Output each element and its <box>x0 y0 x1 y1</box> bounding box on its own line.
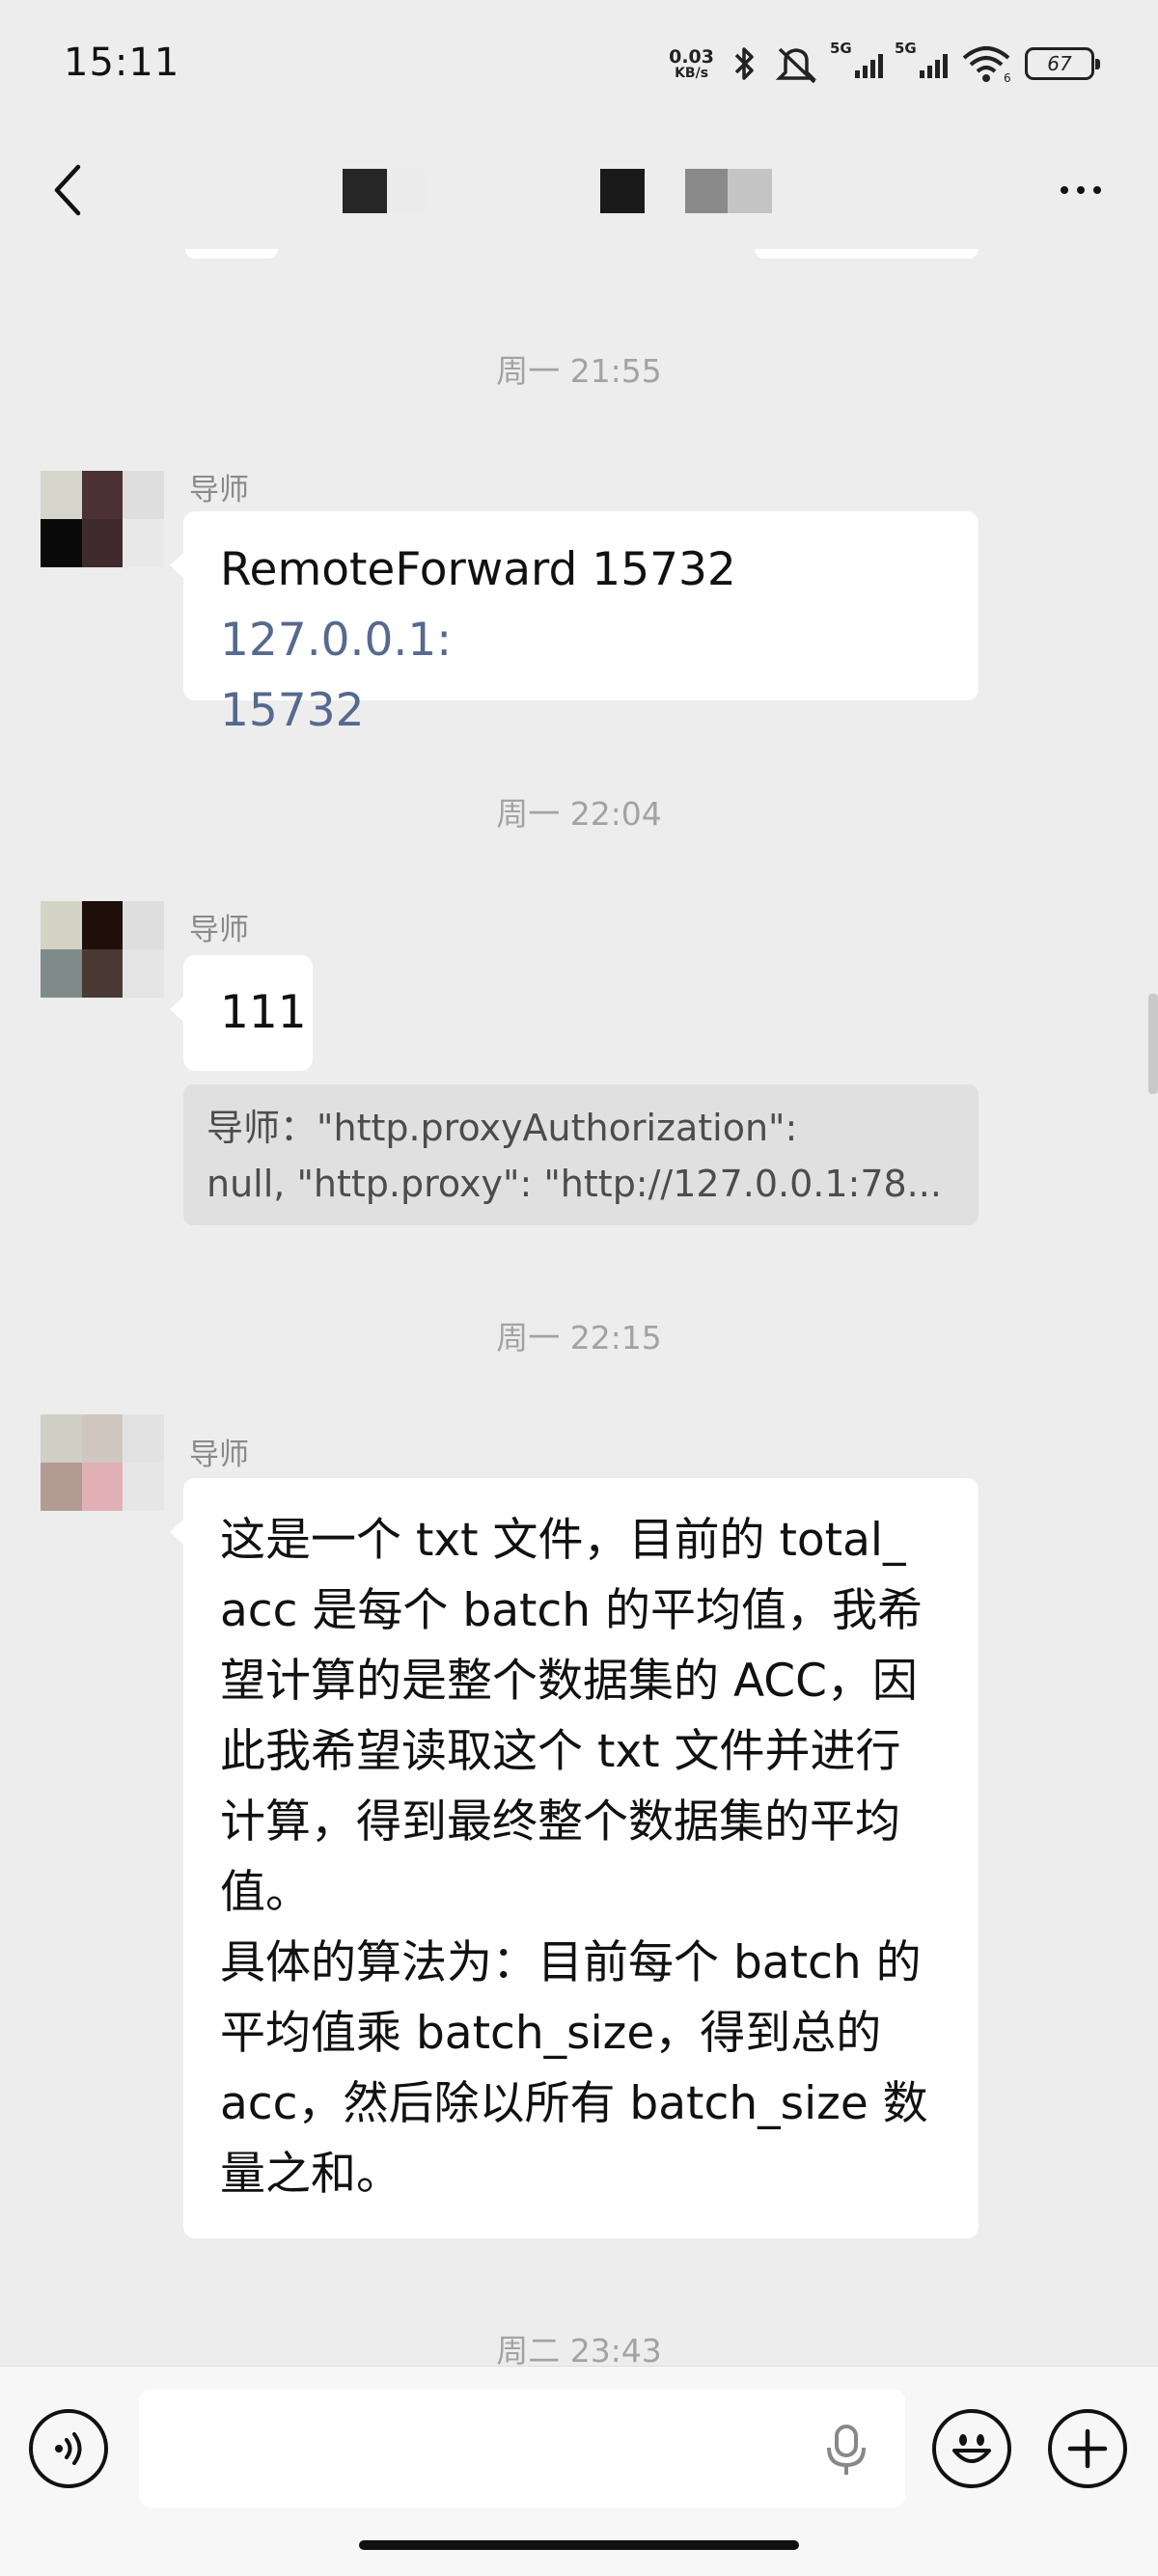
chat-title-pixelated <box>600 169 645 213</box>
sim2-signal-icon: 5G <box>895 40 948 78</box>
status-bar: 15:11 0.03 KB/s 5G 5G 6 67 <box>0 0 1158 130</box>
sender-name: 导师 <box>189 913 249 947</box>
status-time: 15:11 <box>64 41 180 85</box>
message-line: 这是一个 txt 文件，目前的 total_ <box>220 1514 906 1567</box>
message-line: 值。 <box>220 1866 311 1919</box>
quote-text: 导师："http.proxyAuthorization": <box>207 1107 798 1149</box>
network-speed: 0.03 KB/s <box>669 45 714 81</box>
wifi-icon: 6 <box>962 46 1011 83</box>
home-indicator[interactable] <box>359 2540 799 2550</box>
more-options-button[interactable] <box>1042 151 1119 229</box>
message-timestamp: 周一 22:04 <box>496 795 662 833</box>
message-line: acc，然后除以所有 batch_size 数 <box>220 2077 928 2130</box>
back-button[interactable] <box>39 151 96 229</box>
avatar[interactable] <box>41 471 164 567</box>
more-horizontal-icon <box>1061 186 1068 194</box>
message-line: acc 是每个 batch 的平均值，我希 <box>220 1584 923 1637</box>
quote-text: null, "http.proxy": "http://127.0.0.1:78… <box>207 1163 942 1205</box>
sender-name: 导师 <box>189 1438 249 1472</box>
bluetooth-icon <box>734 47 754 80</box>
message-line: 量之和。 <box>220 2148 401 2201</box>
avatar[interactable] <box>41 901 164 998</box>
message-line: 计算，得到最终整个数据集的平均 <box>220 1795 900 1849</box>
emoji-button[interactable] <box>932 2409 1011 2488</box>
message-line: 望计算的是整个数据集的 ACC，因 <box>220 1655 918 1708</box>
microphone-icon[interactable] <box>822 2423 870 2477</box>
message-line: 平均值乘 batch_size，得到总的 <box>220 2007 882 2060</box>
message-text: 111 <box>220 986 307 1039</box>
voice-mode-icon <box>55 2432 82 2465</box>
emoji-icon <box>952 2434 991 2463</box>
avatar[interactable] <box>41 1414 164 1511</box>
chat-title-pixelated <box>685 169 772 213</box>
quoted-message[interactable]: 导师："http.proxyAuthorization": null, "htt… <box>183 1084 979 1225</box>
chat-header <box>0 130 1158 256</box>
battery-icon: 67 <box>1025 47 1100 80</box>
message-line: 具体的算法为：目前每个 batch 的 <box>220 1936 922 1989</box>
message-text: RemoteForward 15732 <box>220 543 736 596</box>
message-bubble[interactable]: 这是一个 txt 文件，目前的 total_ acc 是每个 batch 的平均… <box>170 1478 979 2238</box>
more-actions-button[interactable] <box>1048 2409 1127 2488</box>
message-input[interactable] <box>139 2390 905 2507</box>
sender-name: 导师 <box>189 473 249 507</box>
chevron-left-icon <box>54 164 81 216</box>
message-bubble[interactable]: RemoteForward 15732 127.0.0.1: 15732 <box>170 511 979 737</box>
message-link[interactable]: 127.0.0.1: <box>220 614 452 667</box>
message-timestamp: 周二 23:43 <box>496 2332 662 2370</box>
previous-message-edge <box>755 249 979 259</box>
sim1-signal-icon: 5G <box>830 40 883 78</box>
message-timestamp: 周一 22:15 <box>496 1319 662 1357</box>
message-line: 此我希望读取这个 txt 文件并进行 <box>220 1725 901 1778</box>
message-bubble[interactable]: 111 <box>170 955 313 1071</box>
chat-title-pixelated <box>343 169 426 213</box>
message-timestamp: 周一 21:55 <box>496 352 662 390</box>
svg-text:6: 6 <box>1004 71 1011 83</box>
voice-mode-button[interactable] <box>29 2409 108 2488</box>
scrollbar[interactable] <box>1148 994 1158 1094</box>
message-link[interactable]: 15732 <box>220 684 365 737</box>
status-icons: 0.03 KB/s 5G 5G 6 67 <box>669 40 1100 87</box>
previous-message-edge <box>185 249 278 259</box>
alarm-off-icon <box>775 47 817 84</box>
plus-icon <box>1067 2428 1108 2469</box>
